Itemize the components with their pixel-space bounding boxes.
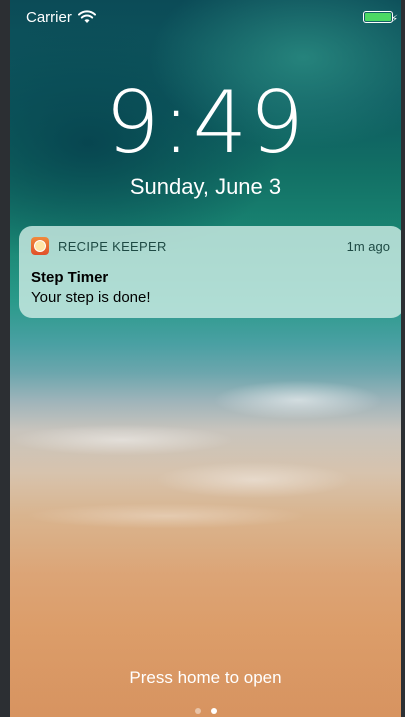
notification-time: 1m ago [346,238,390,254]
notification-card[interactable]: RECIPE KEEPER 1m ago Step Timer Your ste… [19,226,401,318]
notification-header: RECIPE KEEPER 1m ago [31,236,390,256]
recipe-keeper-app-icon [31,237,49,255]
notification-title: Step Timer [31,269,109,286]
app-icon-emblem [34,240,46,252]
device-frame: Carrier ⚡ 9:49 Sunday, June 3 RECIPE KEE… [0,0,405,717]
battery-fill [365,13,391,21]
notification-body: Your step is done! [31,289,151,306]
press-home-hint: Press home to open [129,668,282,687]
wallpaper-foam [10,340,401,540]
notification-app-name: RECIPE KEEPER [58,238,167,254]
status-bar: Carrier ⚡ [26,6,401,28]
carrier-label: Carrier [26,8,72,26]
wallpaper-sand [10,560,401,717]
charging-bolt-icon: ⚡ [390,14,398,25]
page-indicator [10,708,401,714]
lock-clock: 9:49 [104,73,307,173]
wifi-icon [77,10,96,23]
lock-screen: Carrier ⚡ 9:49 Sunday, June 3 RECIPE KEE… [10,0,401,717]
page-dot-1 [194,708,201,714]
battery-icon: ⚡ [363,11,398,25]
lock-date: Sunday, June 3 [129,174,282,199]
page-dot-2 [210,708,217,714]
